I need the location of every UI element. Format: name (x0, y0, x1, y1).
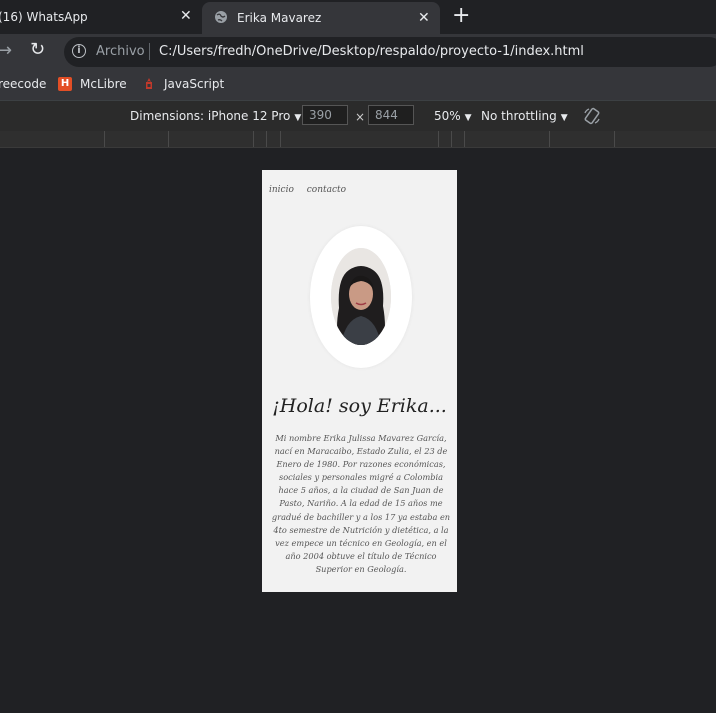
bookmark-javascript[interactable]: JavaScript (142, 77, 224, 91)
profile-photo (331, 248, 391, 345)
device-dimensions-select[interactable]: Dimensions: iPhone 12 Pro ▼ (130, 109, 301, 123)
caret-down-icon: ▼ (464, 113, 472, 123)
bookmark-reecode[interactable]: reecode (0, 77, 46, 91)
info-icon[interactable]: i (72, 44, 86, 58)
close-icon[interactable]: ✕ (418, 10, 430, 26)
tab-title: Erika Mavarez (237, 11, 322, 25)
html5-icon: H (58, 77, 72, 91)
throttling-label: No throttling (481, 109, 557, 123)
tab-erika-mavarez[interactable]: Erika Mavarez ✕ (202, 2, 440, 34)
zoom-select[interactable]: 50% ▼ (434, 109, 472, 123)
ruler-tick (266, 131, 267, 147)
ruler-tick (614, 131, 615, 147)
width-input[interactable]: 390 (302, 105, 348, 125)
bookmark-label: JavaScript (164, 77, 225, 91)
bookmarks-bar: reecode H McLibre JavaScript (0, 68, 716, 101)
globe-icon (215, 11, 227, 23)
tab-whatsapp[interactable]: (16) WhatsApp ✕ (0, 0, 200, 34)
tab-strip: (16) WhatsApp ✕ Erika Mavarez ✕ + (0, 0, 716, 34)
ruler-tick (280, 131, 281, 147)
ruler-tick (253, 131, 254, 147)
reload-icon[interactable]: ↻ (30, 39, 45, 60)
security-label: Archivo (96, 44, 145, 59)
emulated-page: inicio contacto ¡Hola! soy Erika... Mi n… (262, 170, 457, 592)
caret-down-icon: ▼ (560, 113, 568, 123)
nav-link-inicio[interactable]: inicio (269, 185, 294, 195)
close-icon[interactable]: ✕ (180, 8, 192, 24)
browser-toolbar: → ↻ i Archivo C:/Users/fredh/OneDrive/De… (0, 34, 716, 68)
forward-icon[interactable]: → (0, 40, 12, 61)
rotate-icon[interactable] (583, 107, 601, 125)
caret-down-icon: ▼ (294, 113, 302, 123)
times-sign: × (355, 110, 366, 124)
bio-paragraph: Mi nombre Erika Julissa Mavarez García, … (271, 433, 451, 574)
nav-link-contacto[interactable]: contacto (307, 185, 346, 195)
bookmark-mclibre[interactable]: H McLibre (58, 77, 127, 91)
ruler-tick (549, 131, 550, 147)
profile-frame (310, 226, 412, 368)
ruler-tick (168, 131, 169, 147)
throttling-select[interactable]: No throttling ▼ (481, 109, 568, 123)
ruler-tick (104, 131, 105, 147)
device-toolbar: Dimensions: iPhone 12 Pro ▼ 390 × 844 50%… (0, 101, 716, 132)
media-query-bar[interactable] (0, 131, 716, 148)
device-dimensions-label: Dimensions: iPhone 12 Pro (130, 109, 291, 123)
ruler-tick (438, 131, 439, 147)
height-input[interactable]: 844 (368, 105, 414, 125)
separator (149, 43, 150, 60)
page-heading: ¡Hola! soy Erika... (272, 395, 447, 417)
bookmark-label: McLibre (80, 77, 127, 91)
page-nav: inicio contacto (269, 185, 356, 195)
bookmark-label: reecode (0, 77, 47, 91)
javascript-icon (142, 77, 156, 91)
tab-title: (16) WhatsApp (0, 10, 88, 24)
zoom-label: 50% (434, 109, 461, 123)
ruler-tick (451, 131, 452, 147)
url-text[interactable]: C:/Users/fredh/OneDrive/Desktop/respaldo… (159, 44, 584, 59)
address-bar[interactable]: i Archivo C:/Users/fredh/OneDrive/Deskto… (64, 37, 716, 67)
new-tab-icon[interactable]: + (452, 4, 470, 28)
ruler-tick (464, 131, 465, 147)
